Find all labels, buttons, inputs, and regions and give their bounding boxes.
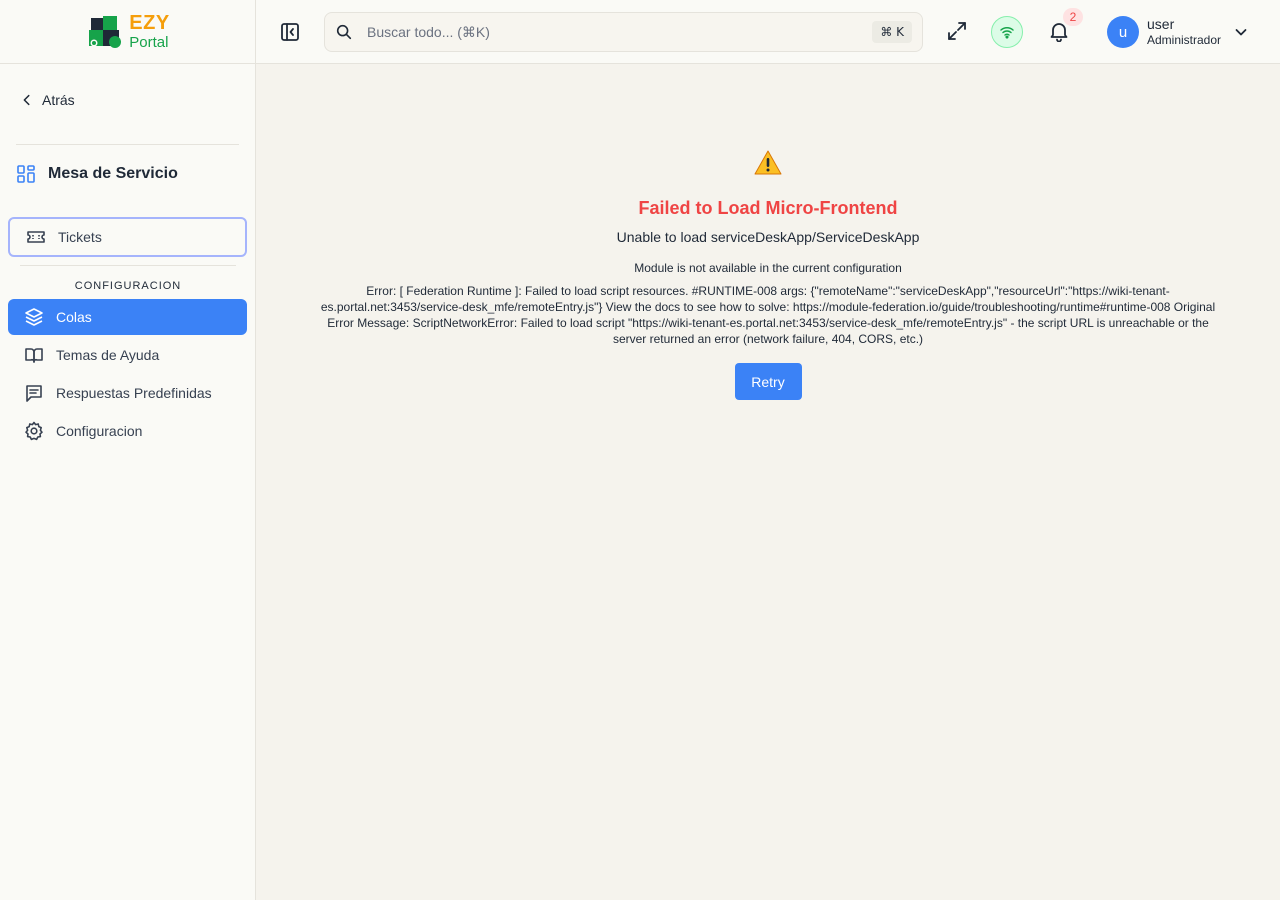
- book-icon: [25, 348, 43, 363]
- sidebar-item-label: Colas: [56, 309, 92, 325]
- sidebar-group-divider: [20, 265, 236, 266]
- retry-button[interactable]: Retry: [734, 363, 802, 400]
- logo-text: EZY Portal: [129, 13, 169, 50]
- sidebar-item-label: Temas de Ayuda: [56, 347, 160, 363]
- avatar: u: [1107, 16, 1139, 48]
- back-label: Atrás: [42, 92, 75, 108]
- section-title: Mesa de Servicio: [16, 164, 178, 184]
- sidebar-item-colas[interactable]: Colas: [8, 299, 247, 335]
- layers-icon: [25, 308, 43, 326]
- sidebar-item-label: Tickets: [58, 229, 102, 245]
- back-link[interactable]: Atrás: [20, 92, 75, 108]
- ticket-icon: [27, 231, 45, 243]
- chevron-down-icon: [1235, 29, 1247, 36]
- message-list-icon: [26, 385, 42, 402]
- fullscreen-icon[interactable]: [946, 20, 968, 42]
- sidebar-item-configuracion[interactable]: Configuracion: [8, 413, 247, 449]
- user-menu[interactable]: u user Administrador: [1107, 14, 1249, 50]
- warning-icon: [754, 150, 782, 175]
- error-subtitle: Unable to load serviceDeskApp/ServiceDes…: [616, 229, 920, 245]
- error-module-message: Module is not available in the current c…: [634, 261, 902, 275]
- search-input[interactable]: [365, 13, 845, 51]
- error-detail: Error: [ Federation Runtime ]: Failed to…: [320, 284, 1216, 346]
- logo-portal: Portal: [129, 34, 169, 51]
- logo-ezy: EZY: [129, 12, 170, 34]
- sidebar-item-tickets[interactable]: Tickets: [8, 217, 247, 257]
- logo-mark-icon: [89, 15, 122, 48]
- chevron-left-icon: [23, 94, 30, 106]
- logo-area: EZY Portal: [0, 0, 255, 64]
- main-content: Failed to Load Micro-Frontend Unable to …: [256, 64, 1280, 900]
- user-name: user: [1147, 16, 1175, 33]
- sidebar-toggle-icon[interactable]: [278, 20, 302, 44]
- sidebar-item-label: Configuracion: [56, 423, 143, 439]
- brand-logo[interactable]: EZY Portal: [85, 12, 169, 52]
- user-info: user Administrador: [1147, 16, 1221, 47]
- error-title: Failed to Load Micro-Frontend: [638, 198, 898, 218]
- section-title-label: Mesa de Servicio: [48, 165, 178, 182]
- user-role: Administrador: [1147, 33, 1222, 48]
- sidebar-group-label: CONFIGURACION: [74, 280, 182, 292]
- app-root: EZY Portal Atrás Mesa de Servicio Ticket…: [0, 0, 1280, 900]
- wifi-icon: [1000, 26, 1014, 39]
- search-icon: [336, 24, 352, 40]
- global-search[interactable]: ⌘ K: [324, 12, 923, 52]
- error-panel: Failed to Load Micro-Frontend Unable to …: [312, 148, 1224, 400]
- notification-count-badge: 2: [1063, 8, 1083, 26]
- sidebar-item-respuestas-predefinidas[interactable]: Respuestas Predefinidas: [8, 375, 247, 411]
- sidebar-item-label: Respuestas Predefinidas: [56, 385, 212, 401]
- layout-grid-icon: [17, 165, 35, 183]
- search-shortcut-badge: ⌘ K: [872, 21, 912, 43]
- connection-status-button[interactable]: [991, 16, 1023, 48]
- sidebar-item-temas-de-ayuda[interactable]: Temas de Ayuda: [8, 337, 247, 373]
- gear-icon: [25, 421, 43, 441]
- top-header: ⌘ K 2 u user Administrador: [256, 0, 1280, 64]
- sidebar: EZY Portal Atrás Mesa de Servicio Ticket…: [0, 0, 256, 900]
- sidebar-divider: [16, 144, 239, 145]
